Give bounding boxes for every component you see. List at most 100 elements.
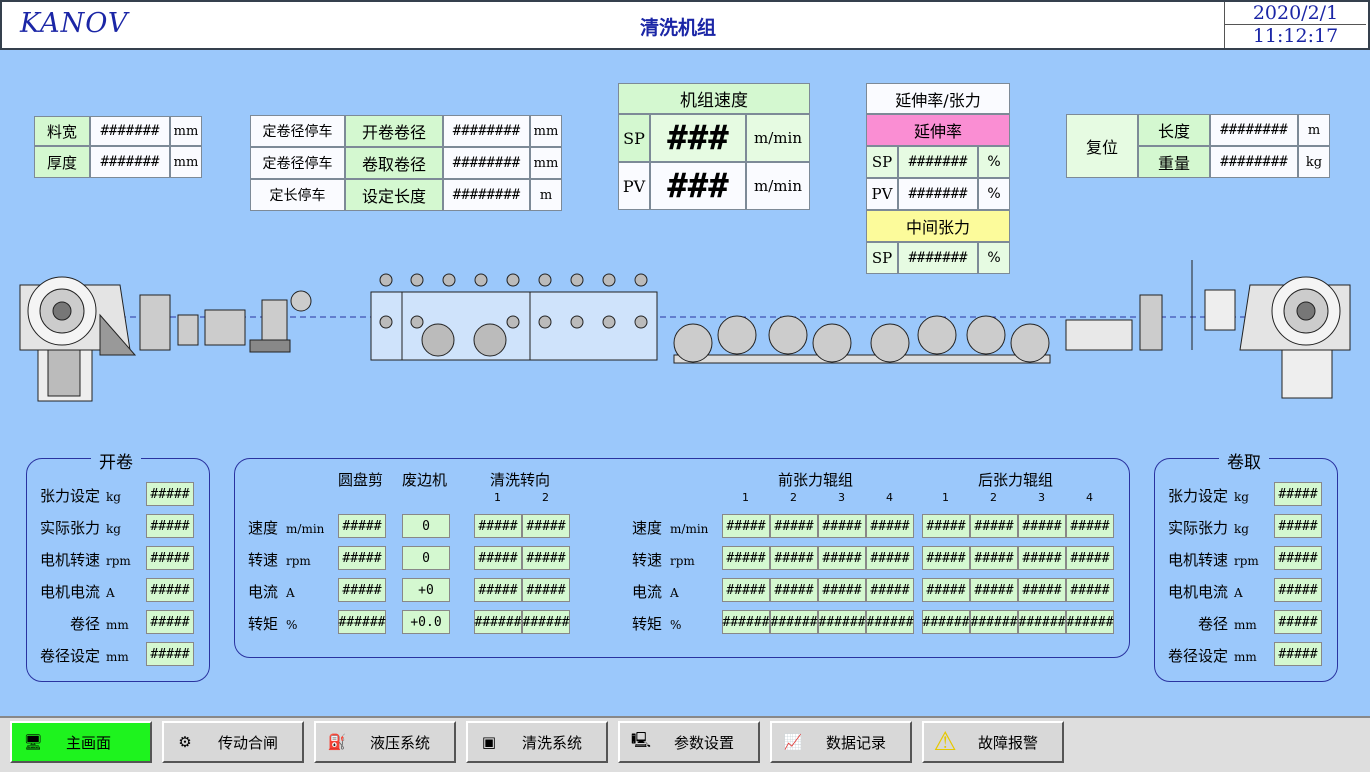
row-name: 转速 [632, 551, 663, 569]
recoil-row-label: 实际张力 kg [1168, 517, 1249, 538]
uncoil-row-label: 电机电流 A [40, 581, 115, 602]
time-text: 11:12:17 [1252, 25, 1339, 47]
row-unit: A [670, 586, 679, 600]
recoil-row-value: ##### [1274, 578, 1322, 602]
uncoil-row-value: ##### [146, 610, 194, 634]
uncoil-diameter-label: 开卷卷径 [345, 115, 443, 147]
nav-button-data-log[interactable]: 📈 数据记录 [770, 721, 912, 763]
back-tension-roll-value: ##### [1018, 578, 1066, 602]
recoil-row-value[interactable]: ##### [1274, 642, 1322, 666]
set-length-value[interactable]: ######## [443, 179, 530, 211]
back-tension-roll-value: ##### [922, 578, 970, 602]
col-disc-shear: 圆盘剪 [338, 471, 384, 489]
row-unit: rpm [670, 554, 695, 568]
roll-row-label: 电流 A [632, 581, 679, 602]
front-tension-roll-value: ##### [818, 578, 866, 602]
elongation-sp-unit: % [978, 146, 1010, 178]
uncoil-row-name: 电机电流 [40, 583, 101, 601]
uncoil-panel-title: 开卷 [91, 448, 141, 473]
drive-row-label: 电流 A [248, 581, 295, 602]
wash-deflector-2-value: ###### [522, 610, 570, 634]
hydraulic-icon: ⛽ [327, 733, 347, 751]
row-name: 速度 [632, 519, 663, 537]
col-back-tension-rolls: 后张力辊组 [978, 471, 1054, 489]
nav-button-settings-computer[interactable]: 🖳 参数设置 [618, 721, 760, 763]
date-text: 2020/2/1 [1225, 2, 1366, 25]
width-value: ####### [90, 116, 170, 146]
stop-recoil-diameter-button[interactable]: 定卷径停车 [250, 147, 345, 179]
recoil-row-label: 电机电流 A [1168, 581, 1243, 602]
row-unit: m/min [286, 522, 325, 536]
recoil-row-name: 张力设定 [1168, 487, 1229, 505]
roll-row-label: 转速 rpm [632, 549, 695, 570]
back-tension-roll-value: ##### [970, 546, 1018, 570]
roll-row-label: 转矩% [632, 613, 681, 634]
datetime-display: 2020/2/1 11:12:17 [1224, 2, 1366, 48]
front-tension-roll-value: ###### [722, 610, 770, 634]
recoil-row-name: 电机电流 [1168, 583, 1229, 601]
width-label: 料宽 [34, 116, 90, 146]
speed-pv-label: PV [618, 162, 650, 210]
recoil-row-name: 电机转速 [1168, 551, 1229, 569]
uncoil-row-label: 张力设定 kg [40, 485, 121, 506]
recoil-diameter-value: ######## [443, 147, 530, 179]
scrap-chopper-value: +0.0 [402, 610, 450, 634]
uncoil-row-value[interactable]: ##### [146, 642, 194, 666]
nav-button-label: 传动合闸 [218, 733, 279, 752]
nav-button-monitor[interactable]: 🖥 主画面 [10, 721, 152, 763]
uncoil-row-name: 张力设定 [40, 487, 101, 505]
recoil-panel-title: 卷取 [1219, 448, 1269, 473]
tension-roll-groups [673, 315, 1051, 364]
back-tension-roll-value: ##### [922, 546, 970, 570]
stop-uncoil-diameter-button[interactable]: 定卷径停车 [250, 115, 345, 147]
reset-button[interactable]: 复位 [1066, 114, 1138, 178]
elongation-sp-label: SP [866, 146, 898, 178]
row-unit: m/min [670, 522, 709, 536]
recoil-row-name: 实际张力 [1168, 519, 1229, 537]
front-roll-num: 2 [790, 491, 797, 504]
speed-sp-unit: m/min [746, 114, 810, 162]
elongation-pv-unit: % [978, 178, 1010, 210]
speed-sp-value[interactable]: ### [650, 114, 746, 162]
wash-deflector-1-value: ##### [474, 578, 522, 602]
front-roll-num: 3 [838, 491, 845, 504]
uncoil-row-label: 实际张力 kg [40, 517, 121, 538]
elongation-sp-value[interactable]: ####### [898, 146, 978, 178]
nav-button-label: 参数设置 [674, 733, 735, 752]
elongation-pv-value: ####### [898, 178, 978, 210]
elongation-title: 延伸率 [866, 114, 1010, 146]
uncoil-row-label: 卷径 mm [70, 613, 129, 634]
row-name: 转矩 [632, 615, 663, 633]
nav-button-warning[interactable]: ⚠ 故障报警 [922, 721, 1064, 763]
wash-deflector-1-value: ##### [474, 546, 522, 570]
set-length-unit: m [530, 179, 562, 211]
recoil-row-value: ##### [1274, 546, 1322, 570]
back-tension-roll-value: ###### [970, 610, 1018, 634]
weight-unit: kg [1298, 146, 1330, 178]
back-tension-roll-value: ##### [1066, 578, 1114, 602]
roll-row-label: 速度 m/min [632, 517, 708, 538]
stop-length-button[interactable]: 定长停车 [250, 179, 345, 211]
speed-pv-value: ### [650, 162, 746, 210]
cleaning-icon: ▣ [481, 733, 497, 751]
nav-button-label: 液压系统 [370, 733, 431, 752]
nav-button-cleaning[interactable]: ▣ 清洗系统 [466, 721, 608, 763]
recoil-diameter-label: 卷取卷径 [345, 147, 443, 179]
drive-icon: ⚙ [178, 733, 192, 751]
wash-num-2: 2 [542, 491, 549, 504]
nav-button-drive[interactable]: ⚙ 传动合闸 [162, 721, 304, 763]
elongation-tension-toggle[interactable]: 延伸率/张力 [866, 83, 1010, 114]
uncoil-row-value[interactable]: ##### [146, 482, 194, 506]
set-length-label: 设定长度 [345, 179, 443, 211]
wash-deflector-1-value: ##### [474, 514, 522, 538]
uncoiler-machine [19, 276, 312, 402]
front-tension-roll-value: ###### [866, 610, 914, 634]
weight-value: ######## [1210, 146, 1298, 178]
recoil-row-name: 卷径设定 [1168, 647, 1229, 665]
nav-button-hydraulic[interactable]: ⛽ 液压系统 [314, 721, 456, 763]
back-tension-roll-value: ##### [1066, 514, 1114, 538]
recoil-row-value[interactable]: ##### [1274, 482, 1322, 506]
nav-button-label: 主画面 [66, 733, 112, 752]
recoil-row-value: ##### [1274, 514, 1322, 538]
recoil-row-label: 张力设定 kg [1168, 485, 1249, 506]
